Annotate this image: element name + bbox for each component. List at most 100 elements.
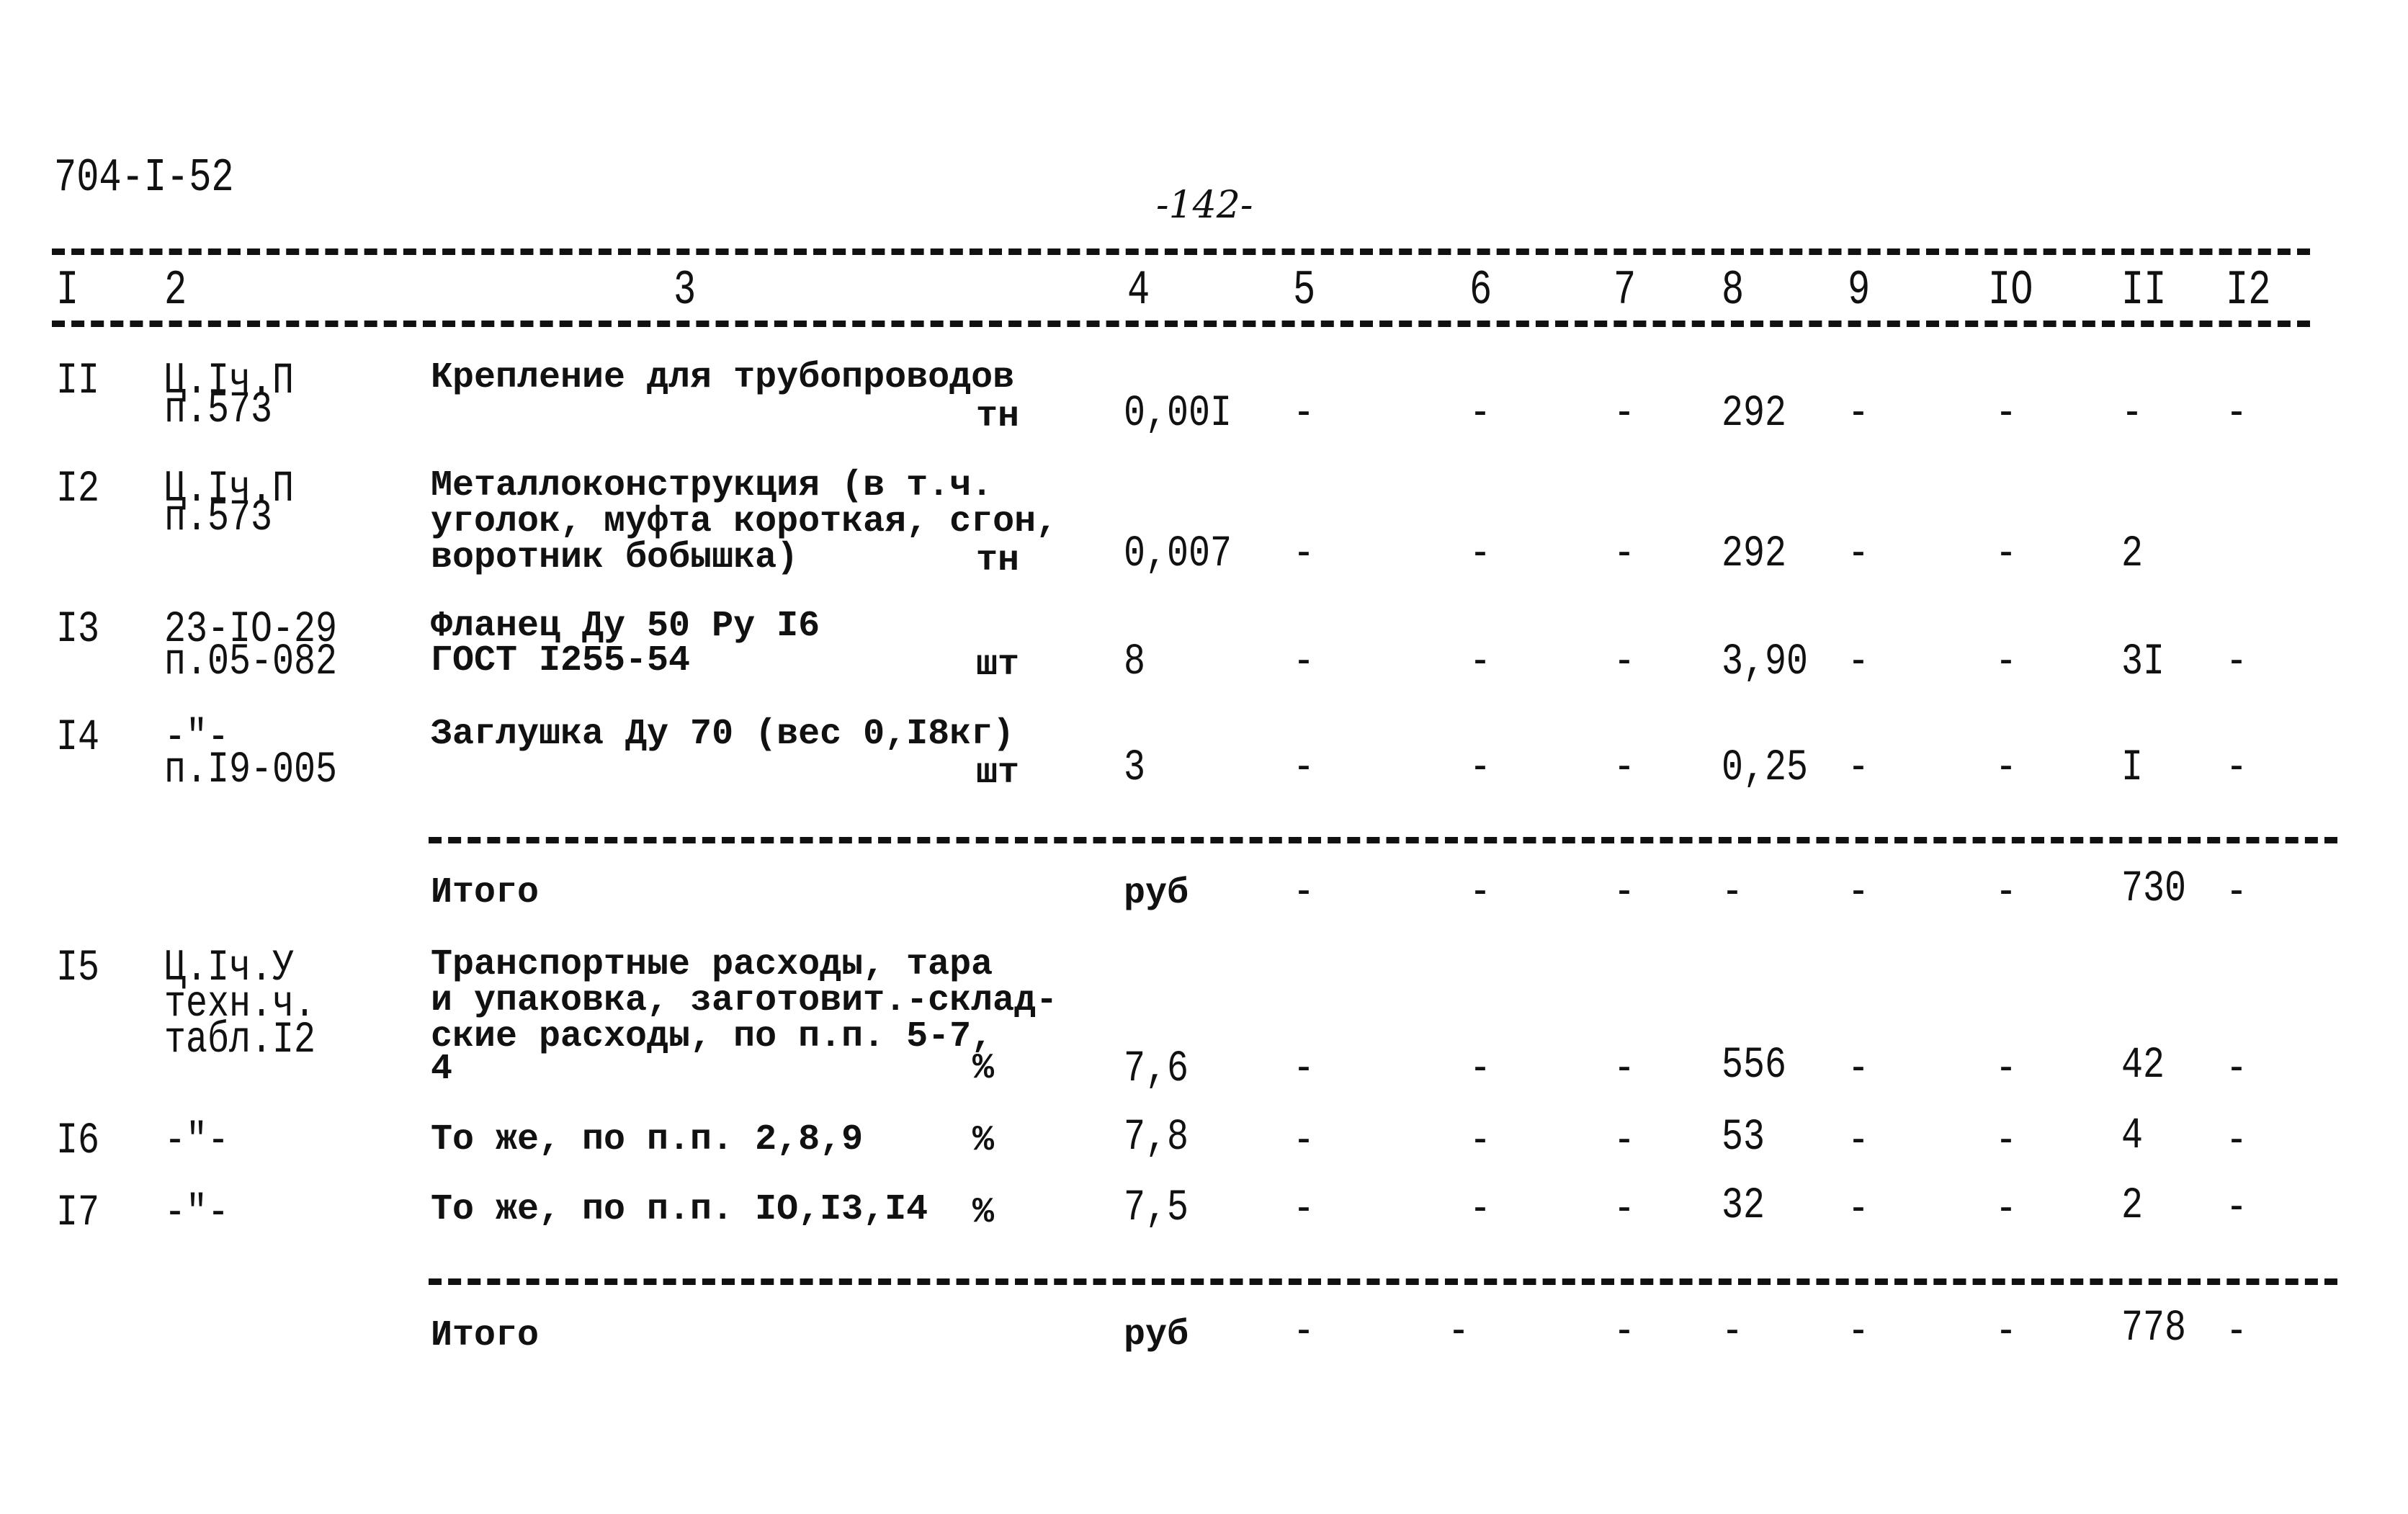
- row-number: I2: [56, 465, 100, 515]
- row-col12: -: [2226, 1044, 2248, 1095]
- row-col6: -: [1469, 529, 1492, 580]
- row-col6: -: [1469, 868, 1492, 918]
- row-number: II: [56, 357, 100, 407]
- col-header-5: 5: [1293, 263, 1316, 318]
- row-description: и упаковка, заготовит.-склад-: [431, 980, 1058, 1021]
- row-col5: -: [1293, 1307, 1315, 1358]
- row-description: 4: [431, 1049, 453, 1090]
- row-col11: -: [2121, 389, 2144, 439]
- row-description: уголок, муфта короткая, сгон,: [431, 501, 1058, 542]
- row-col9: -: [1848, 1185, 1870, 1235]
- subtotal-label: Итого: [431, 872, 540, 913]
- row-description: То же, по п.п. 2,8,9: [431, 1119, 864, 1160]
- col-header-1: I: [56, 263, 79, 318]
- row-col12: -: [2226, 1116, 2248, 1167]
- row-col8: 0,25: [1722, 743, 1809, 794]
- col-header-10: IO: [1988, 263, 2033, 318]
- row-col11: 4: [2121, 1111, 2144, 1162]
- col-header-9: 9: [1848, 263, 1871, 318]
- row-description: Фланец Ду 50 Ру I6: [431, 606, 820, 647]
- row-col12: -: [2226, 637, 2248, 688]
- subtotal-label: Итого: [431, 1315, 540, 1356]
- row-col5: -: [1293, 1044, 1315, 1095]
- row-col6: -: [1469, 389, 1492, 439]
- row-col5: -: [1293, 1116, 1315, 1167]
- row-col6: -: [1469, 743, 1492, 794]
- document-code: 704-I-52: [54, 151, 234, 205]
- row-col9: -: [1848, 743, 1870, 794]
- row-col10: -: [1995, 743, 2018, 794]
- row-col5: -: [1293, 1185, 1315, 1235]
- header-top-divider: [52, 248, 2310, 255]
- subtotal-divider: [429, 1278, 2337, 1285]
- row-col8: -: [1722, 1307, 1744, 1358]
- row-number: I6: [56, 1116, 100, 1167]
- row-col10: -: [1995, 1116, 2018, 1167]
- row-col11: 42: [2121, 1041, 2165, 1091]
- row-col8: 53: [1722, 1113, 1765, 1163]
- row-col11: 730: [2121, 864, 2187, 915]
- row-col4: 3: [1124, 743, 1146, 794]
- row-number: I3: [56, 605, 100, 655]
- row-col6: -: [1469, 1116, 1492, 1167]
- row-col4: 8: [1124, 637, 1146, 688]
- row-ref: -"-: [164, 1116, 230, 1167]
- row-unit: шт: [976, 753, 1020, 794]
- row-col7: -: [1613, 1116, 1636, 1167]
- row-col4: 7,6: [1124, 1044, 1189, 1095]
- row-col9: -: [1848, 529, 1870, 580]
- col-header-3: 3: [673, 263, 697, 318]
- row-col10: -: [1995, 529, 2018, 580]
- row-unit: %: [972, 1120, 995, 1161]
- row-col6: -: [1469, 1185, 1492, 1235]
- row-col8: 32: [1722, 1181, 1765, 1232]
- row-col12: -: [2226, 389, 2248, 439]
- row-col8: 556: [1722, 1041, 1787, 1091]
- row-ref: п.05-082: [164, 637, 338, 688]
- row-col4: 0,00I: [1124, 389, 1232, 439]
- row-description: воротник бобышка): [431, 537, 799, 578]
- row-col10: -: [1995, 1044, 2018, 1095]
- row-col7: -: [1613, 1185, 1636, 1235]
- row-description: То же, по п.п. IO,I3,I4: [431, 1189, 928, 1230]
- row-col6: -: [1469, 637, 1492, 688]
- subtotal-unit: руб: [1124, 1314, 1189, 1356]
- row-col7: -: [1613, 1044, 1636, 1095]
- row-col7: -: [1613, 637, 1636, 688]
- row-col11: I: [2121, 743, 2144, 794]
- row-col11: 3I: [2121, 637, 2165, 688]
- row-col8: -: [1722, 868, 1744, 918]
- row-col11: 2: [2121, 529, 2144, 580]
- row-col7: -: [1613, 868, 1636, 918]
- row-number: I4: [56, 713, 100, 763]
- row-col9: -: [1848, 1044, 1870, 1095]
- subtotal-unit: руб: [1124, 873, 1189, 914]
- row-col10: -: [1995, 637, 2018, 688]
- col-header-7: 7: [1613, 263, 1637, 318]
- row-col9: -: [1848, 637, 1870, 688]
- row-col7: -: [1613, 1307, 1636, 1358]
- row-col5: -: [1293, 389, 1315, 439]
- header-bottom-divider: [52, 321, 2310, 327]
- row-col9: -: [1848, 389, 1870, 439]
- row-col8: 292: [1722, 389, 1787, 439]
- row-unit: тн: [976, 540, 1020, 581]
- row-col9: -: [1848, 868, 1870, 918]
- row-col10: -: [1995, 389, 2018, 439]
- row-ref: п.I9-005: [164, 745, 338, 796]
- row-unit: тн: [976, 396, 1020, 437]
- col-header-11: II: [2121, 263, 2167, 318]
- row-col8: 3,90: [1722, 637, 1809, 688]
- row-col5: -: [1293, 529, 1315, 580]
- row-ref: -"-: [164, 1188, 230, 1239]
- page-number: -142-: [1156, 184, 1253, 227]
- row-number: I5: [56, 944, 100, 994]
- row-number: I7: [56, 1188, 100, 1239]
- col-header-2: 2: [164, 263, 187, 318]
- row-col4: 0,007: [1124, 529, 1232, 580]
- row-col5: -: [1293, 743, 1315, 794]
- row-col5: -: [1293, 868, 1315, 918]
- row-description: Заглушка Ду 70 (вес 0,I8кг): [431, 714, 1015, 755]
- row-col10: -: [1995, 868, 2018, 918]
- row-ref: п.573: [164, 385, 273, 436]
